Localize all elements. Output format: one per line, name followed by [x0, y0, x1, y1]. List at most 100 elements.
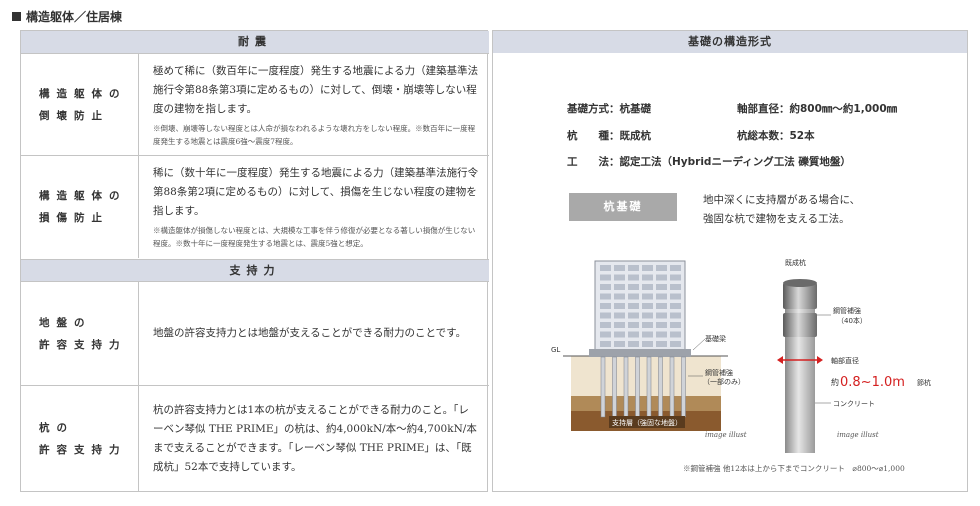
pile: [635, 356, 640, 418]
table-row: 地盤の 許容支持力 地盤の許容支持力とは地盤が支えることができる耐力のことです。: [21, 281, 489, 385]
kiseikui-label: 既成杭: [785, 258, 806, 267]
pile: [600, 356, 606, 418]
window: [642, 341, 653, 347]
spec-jikubu: 軸部直径：約800㎜〜約1,000㎜: [737, 103, 898, 115]
row-text: 杭の許容支持力とは1本の杭が支えることができる耐力のこと。「レーベン琴似 THE…: [153, 404, 477, 473]
window: [642, 284, 653, 290]
earthquake-resistance-table: 耐震 構造躯体の 倒壊防止 極めて稀に（数百年に一度程度）発生する地震による力（…: [20, 30, 489, 492]
desc-line2: 強固な杭で建物を支える工法。: [703, 213, 850, 225]
page-title: 構造躯体／住居棟: [12, 8, 122, 25]
pile-top: [783, 279, 817, 287]
window: [642, 293, 653, 300]
window: [656, 341, 667, 347]
header-taishin: 耐震: [21, 31, 489, 53]
window: [614, 265, 625, 271]
square-bullet-icon: [12, 12, 21, 21]
pile-description: 地中深くに支持層がある場合に、 強固な杭で建物を支える工法。: [703, 191, 860, 229]
window: [656, 274, 667, 281]
window: [628, 284, 639, 290]
row-label-line2: 許容支持力: [39, 338, 127, 351]
pile: [612, 356, 617, 418]
arrow-right-icon: [817, 356, 823, 364]
window: [628, 341, 639, 347]
window: [656, 331, 667, 338]
yaku-label: 約: [831, 377, 839, 387]
window: [642, 322, 653, 328]
window: [628, 293, 639, 300]
desc-line1: 地中深くに支持層がある場合に、: [703, 194, 861, 206]
kokan-sub-label: （一部のみ）: [703, 377, 743, 386]
window: [628, 265, 639, 271]
window: [670, 312, 681, 319]
row-label: 杭の 許容支持力: [21, 386, 139, 492]
window: [600, 331, 611, 338]
window: [628, 312, 639, 319]
spec-kuisu: 杭総本数：52本: [737, 130, 815, 142]
window: [628, 303, 639, 309]
window: [614, 284, 625, 290]
row-label: 地盤の 許容支持力: [21, 282, 139, 385]
illust-caption-2: image illust: [837, 431, 879, 439]
window: [614, 331, 625, 338]
window: [656, 284, 667, 290]
window: [600, 303, 611, 309]
row-label-line1: 杭の: [39, 422, 74, 434]
window: [656, 322, 667, 328]
header-shijiryoku: 支持力: [21, 259, 489, 281]
window: [614, 303, 625, 309]
window: [670, 331, 681, 338]
window: [670, 293, 681, 300]
window: [642, 265, 653, 271]
window: [600, 312, 611, 319]
row-body: 極めて稀に（数百年に一度程度）発生する地震による力（建築基準法施行令第88条第3…: [153, 54, 479, 155]
table-row: 構造躯体の 損傷防止 稀に（数十年に一度程度）発生する地震による力（建築基準法施…: [21, 155, 489, 258]
spec-kui: 杭 種：既成杭: [567, 130, 651, 142]
window: [614, 312, 625, 319]
foundation-header: 基礎の構造形式: [493, 31, 967, 53]
row-label-line1: 構造躯体の: [39, 87, 127, 100]
footnote: ※鋼管補強 他12本は上から下までコンクリート ⌀800〜⌀1,000: [683, 464, 905, 473]
row-label: 構造躯体の 倒壊防止: [21, 54, 139, 155]
window: [600, 293, 611, 300]
middle-soil-layer: [571, 396, 721, 411]
row-label-line1: 地盤の: [39, 316, 92, 329]
pile-detail-illustration: 既成杭 鋼管補強 （40本） 軸部直径 約 0.8~1.0m 節杭 コンクリート: [777, 258, 931, 453]
window: [670, 303, 681, 309]
illust-caption-1: image illust: [705, 431, 747, 439]
window: [600, 322, 611, 328]
window: [642, 331, 653, 338]
row-body: 稀に（数十年に一度程度）発生する地震による力（建築基準法施行令第88条第2項に定…: [153, 156, 479, 258]
page-title-text: 構造躯体／住居棟: [26, 10, 123, 24]
pile-foundation-badge: 杭基礎: [569, 193, 677, 221]
window: [642, 274, 653, 281]
window: [642, 303, 653, 309]
pile-foundation-illustration: 支持層（強固な地盤） GL 基礎梁 鋼管補強 （一部のみ）: [551, 260, 743, 431]
arrow-left-icon: [777, 356, 783, 364]
leader-line: [692, 338, 706, 351]
gl-label: GL: [551, 346, 560, 354]
foundation-beam: [589, 349, 691, 357]
jikubu-label: 軸部直径: [831, 356, 859, 365]
window: [642, 312, 653, 319]
steel-reinforcement-lower: [783, 313, 817, 337]
row-text: 稀に（数十年に一度程度）発生する地震による力（建築基準法施行令第88条第2項に定…: [153, 167, 479, 217]
spec-koho: 工 法：認定工法（Hybridニーディング工法 礫質地盤）: [567, 156, 851, 168]
diameter-range: 0.8~1.0m: [840, 375, 905, 390]
bearing-layer-label: 支持層（強固な地盤）: [612, 418, 682, 427]
window: [628, 322, 639, 328]
pile: [669, 356, 675, 418]
window: [670, 274, 681, 281]
pile: [623, 356, 629, 418]
window: [670, 322, 681, 328]
window: [600, 265, 611, 271]
window: [600, 284, 611, 290]
window: [670, 265, 681, 271]
foundation-panel: 基礎の構造形式 基礎方式：杭基礎 軸部直径：約800㎜〜約1,000㎜ 杭 種：…: [492, 30, 968, 492]
window: [614, 274, 625, 281]
row-label-line2: 損傷防止: [39, 212, 109, 224]
window: [670, 341, 681, 347]
window: [600, 274, 611, 281]
kokan-pile-sub-label: （40本）: [837, 316, 867, 325]
window: [614, 293, 625, 300]
kokan-label: 鋼管補強: [705, 368, 733, 377]
